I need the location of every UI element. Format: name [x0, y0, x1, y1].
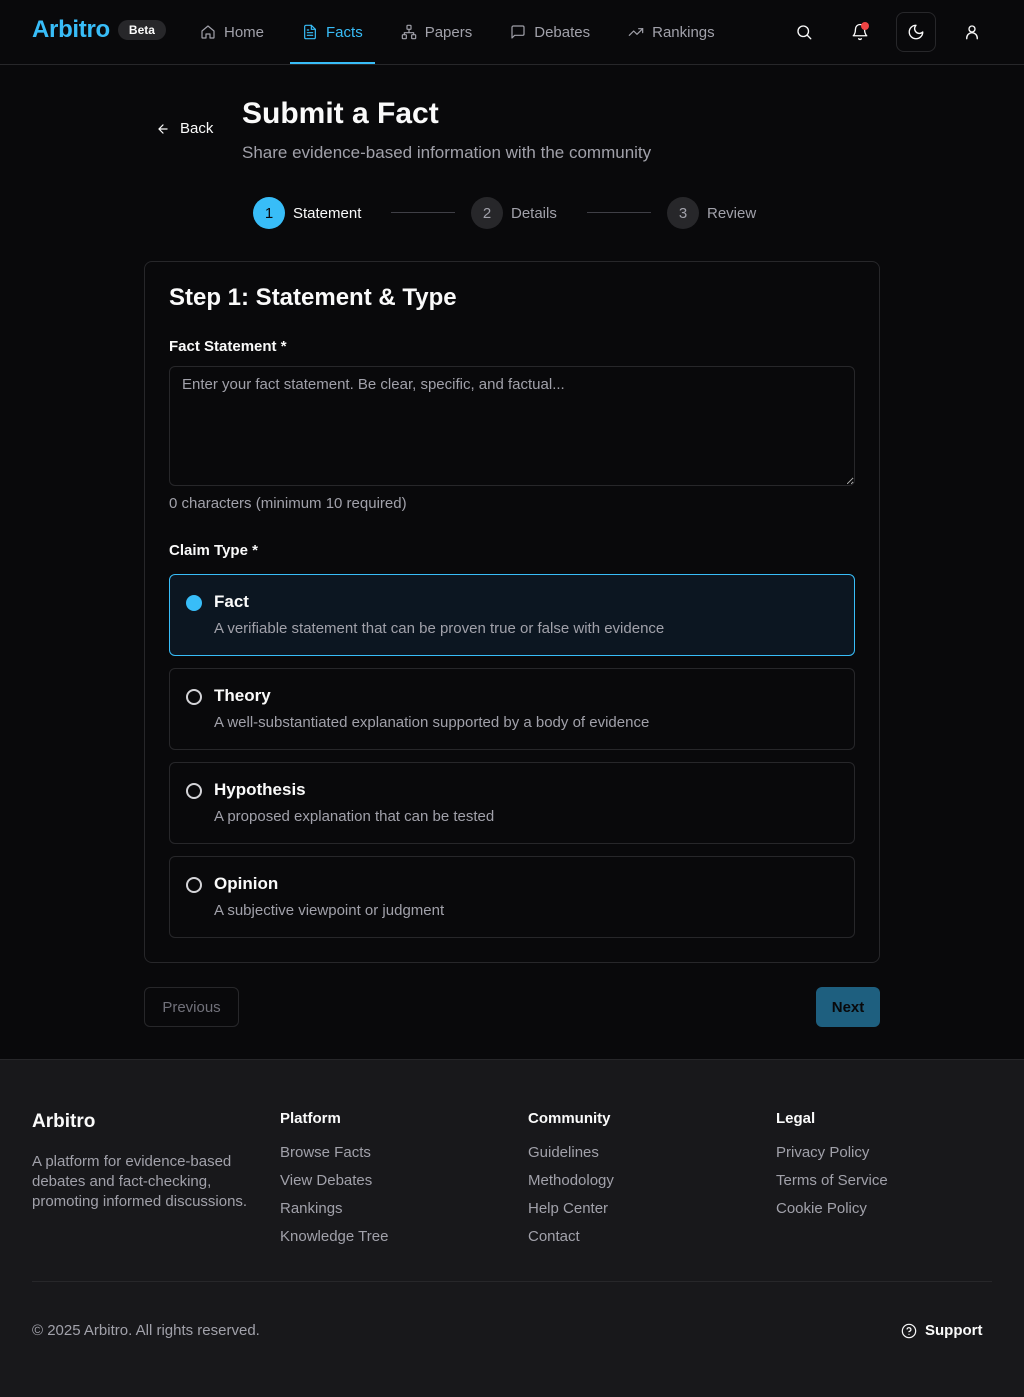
step-statement: 1 Statement — [253, 197, 361, 229]
character-count: 0 characters (minimum 10 required) — [169, 495, 407, 512]
footer-link-help-center[interactable]: Help Center — [528, 1200, 614, 1219]
brand-logo[interactable]: Arbitro — [32, 16, 110, 44]
theme-toggle-button[interactable] — [896, 12, 936, 52]
nav-item-facts[interactable]: Facts — [290, 0, 375, 64]
step-label: Statement — [293, 204, 362, 222]
form-step-title: Step 1: Statement & Type — [169, 284, 457, 311]
page-title: Submit a Fact — [242, 97, 439, 130]
step-connector — [587, 212, 651, 213]
footer-link-knowledge-tree[interactable]: Knowledge Tree — [280, 1228, 388, 1247]
footer-link-cookie-policy[interactable]: Cookie Policy — [776, 1200, 888, 1219]
option-title: Hypothesis — [214, 780, 306, 799]
previous-button[interactable]: Previous — [144, 987, 239, 1027]
statement-label: Fact Statement * — [169, 338, 287, 355]
footer-column-title: Legal — [776, 1110, 816, 1127]
step-label: Details — [511, 204, 557, 222]
step-connector — [391, 212, 455, 213]
nav-item-label: Papers — [424, 23, 473, 41]
back-button[interactable]: Back — [156, 120, 213, 137]
footer-link-view-debates[interactable]: View Debates — [280, 1172, 388, 1191]
nav-item-label: Debates — [534, 23, 591, 41]
back-label: Back — [180, 120, 214, 137]
support-button[interactable]: Support — [901, 1322, 983, 1339]
step-label: Review — [707, 204, 757, 222]
search-icon — [797, 25, 812, 40]
top-navbar: Arbitro Beta Home Facts Papers Debates R… — [0, 0, 1024, 65]
search-button[interactable] — [784, 12, 824, 52]
nav-item-papers[interactable]: Papers — [389, 0, 485, 64]
support-label: Support — [925, 1322, 983, 1339]
footer-link-privacy-policy[interactable]: Privacy Policy — [776, 1144, 888, 1163]
footer-column-platform: Platform Browse Facts View Debates Ranki… — [280, 1110, 388, 1256]
user-icon — [966, 25, 978, 40]
user-menu-button[interactable] — [952, 12, 992, 52]
step-number: 3 — [667, 197, 699, 229]
footer-column-legal: Legal Privacy Policy Terms of Service Co… — [776, 1110, 888, 1228]
form-card: Step 1: Statement & Type Fact Statement … — [144, 261, 880, 963]
claim-type-option-opinion[interactable]: Opinion A subjective viewpoint or judgme… — [169, 856, 855, 938]
chat-icon — [511, 25, 525, 39]
step-review: 3 Review — [667, 197, 756, 229]
radio-button[interactable] — [186, 595, 202, 611]
network-icon — [401, 24, 416, 40]
fact-statement-input[interactable] — [169, 366, 855, 486]
footer-brand: Arbitro — [32, 1111, 96, 1132]
footer-description: A platform for evidence-based debates an… — [32, 1153, 248, 1210]
help-circle-icon — [901, 1323, 917, 1338]
footer: Arbitro A platform for evidence-based de… — [0, 1059, 1024, 1397]
footer-column-community: Community Guidelines Methodology Help Ce… — [528, 1110, 614, 1256]
radio-button[interactable] — [186, 689, 202, 705]
nav-item-label: Home — [224, 23, 265, 41]
option-title: Opinion — [214, 874, 279, 893]
nav-item-rankings[interactable]: Rankings — [616, 0, 727, 64]
nav-item-home[interactable]: Home — [188, 0, 276, 64]
option-description: A proposed explanation that can be teste… — [214, 808, 495, 825]
footer-link-browse-facts[interactable]: Browse Facts — [280, 1144, 388, 1163]
option-title: Fact — [214, 592, 249, 611]
claim-type-option-fact[interactable]: Fact A verifiable statement that can be … — [169, 574, 855, 656]
option-description: A subjective viewpoint or judgment — [214, 902, 445, 919]
footer-link-rankings[interactable]: Rankings — [280, 1200, 388, 1219]
footer-divider — [32, 1281, 992, 1282]
step-details: 2 Details — [471, 197, 557, 229]
option-description: A well-substantiated explanation support… — [214, 714, 650, 731]
step-number: 2 — [471, 197, 503, 229]
home-icon — [201, 25, 215, 39]
copyright: © 2025 Arbitro. All rights reserved. — [32, 1322, 260, 1339]
moon-icon — [908, 24, 924, 40]
footer-link-methodology[interactable]: Methodology — [528, 1172, 614, 1191]
claim-type-label: Claim Type * — [169, 542, 258, 559]
footer-link-contact[interactable]: Contact — [528, 1228, 614, 1247]
claim-type-option-theory[interactable]: Theory A well-substantiated explanation … — [169, 668, 855, 750]
progress-stepper: 1 Statement 2 Details 3 Review — [253, 197, 773, 229]
claim-type-option-hypothesis[interactable]: Hypothesis A proposed explanation that c… — [169, 762, 855, 844]
footer-column-title: Platform — [280, 1110, 341, 1127]
main-nav: Home Facts Papers Debates Rankings — [188, 0, 741, 64]
trending-up-icon — [628, 28, 644, 36]
nav-item-debates[interactable]: Debates — [498, 0, 602, 64]
arrow-left-icon — [158, 123, 168, 134]
next-button[interactable]: Next — [816, 987, 880, 1027]
footer-link-terms-of-service[interactable]: Terms of Service — [776, 1172, 888, 1191]
radio-button[interactable] — [186, 877, 202, 893]
footer-link-guidelines[interactable]: Guidelines — [528, 1144, 614, 1163]
footer-column-title: Community — [528, 1110, 611, 1127]
nav-item-label: Facts — [326, 23, 363, 41]
nav-item-label: Rankings — [652, 23, 715, 41]
option-description: A verifiable statement that can be prove… — [214, 620, 665, 637]
document-icon — [304, 24, 316, 40]
option-title: Theory — [214, 686, 271, 705]
brand[interactable]: Arbitro Beta — [32, 16, 166, 44]
notifications-button[interactable] — [840, 12, 880, 52]
beta-badge: Beta — [117, 20, 166, 40]
radio-button[interactable] — [186, 783, 202, 799]
notification-dot — [861, 22, 869, 30]
step-number: 1 — [253, 197, 285, 229]
page-subtitle: Share evidence-based information with th… — [242, 143, 652, 162]
